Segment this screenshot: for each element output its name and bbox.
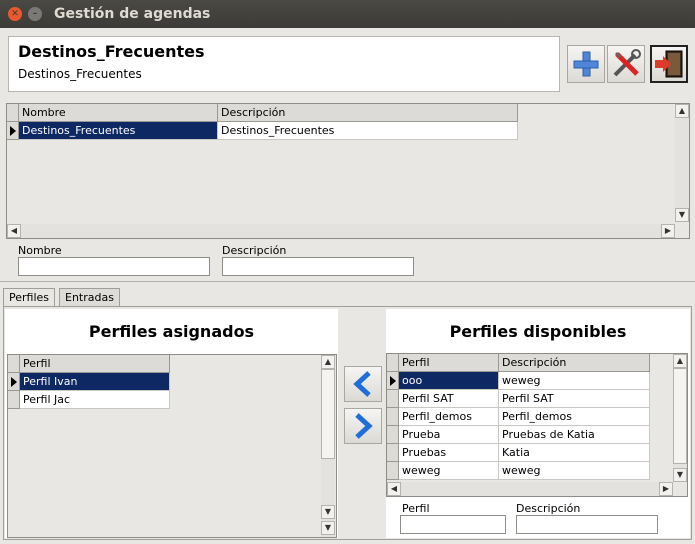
table-cell-descripcion[interactable]: weweg	[499, 372, 650, 390]
tab-perfiles[interactable]: Perfiles	[3, 288, 56, 307]
table-cell-perfil[interactable]: weweg	[399, 462, 499, 480]
row-indicator	[387, 426, 399, 444]
table-cell-descripcion[interactable]: Destinos_Frecuentes	[218, 122, 518, 140]
scroll-left-icon[interactable]: ◀	[7, 224, 21, 238]
descripcion-input[interactable]	[222, 257, 414, 276]
close-icon[interactable]: ✕	[8, 7, 22, 21]
assigned-title: Perfiles asignados	[88, 322, 255, 341]
agenda-subtitle: Destinos_Frecuentes	[18, 67, 142, 81]
table-row[interactable]: Perfil Jac	[20, 391, 170, 409]
column-header-perfil[interactable]: Perfil	[399, 354, 499, 372]
available-table: Perfil Descripción ooo weweg Perfil SAT …	[386, 353, 688, 497]
assign-profile-button[interactable]	[344, 366, 382, 402]
scrollbar-thumb[interactable]	[673, 368, 687, 464]
minimize-icon[interactable]: –	[28, 7, 42, 21]
assigned-table: Perfil Perfil Ivan Perfil Jac ▲ ▼ ▼	[7, 354, 337, 538]
row-indicator	[8, 391, 20, 409]
table-cell-descripcion[interactable]: Perfil_demos	[499, 408, 650, 426]
table-cell-descripcion[interactable]: Perfil SAT	[499, 390, 650, 408]
scroll-up-icon[interactable]: ▲	[673, 354, 687, 368]
scroll-up-icon[interactable]: ▲	[675, 104, 689, 118]
chevron-right-icon	[355, 413, 373, 439]
perfil-label: Perfil	[402, 502, 430, 515]
tab-entradas[interactable]: Entradas	[59, 288, 120, 307]
table-cell-descripcion[interactable]: weweg	[499, 462, 650, 480]
row-indicator	[387, 444, 399, 462]
scroll-right-icon[interactable]: ▶	[659, 482, 673, 496]
table-cell-descripcion[interactable]: Katia	[499, 444, 650, 462]
table-cell-perfil[interactable]: ooo	[399, 372, 499, 390]
nombre-input[interactable]	[18, 257, 210, 276]
horizontal-scrollbar[interactable]	[7, 224, 675, 238]
table-cell-perfil[interactable]: Pruebas	[399, 444, 499, 462]
scroll-down-icon[interactable]: ▼	[321, 521, 335, 535]
scroll-down-icon[interactable]: ▼	[673, 468, 687, 482]
add-button[interactable]	[567, 45, 605, 83]
scroll-up-icon[interactable]: ▲	[321, 355, 335, 369]
table-corner	[8, 355, 20, 373]
row-indicator	[7, 122, 19, 140]
descripcion-label: Descripción	[516, 502, 581, 515]
agenda-header-panel: Destinos_Frecuentes Destinos_Frecuentes	[8, 36, 560, 92]
row-indicator	[387, 462, 399, 480]
scroll-down-icon[interactable]: ▼	[675, 208, 689, 222]
exit-button[interactable]	[650, 45, 688, 83]
column-header-perfil[interactable]: Perfil	[20, 355, 170, 373]
settings-button[interactable]	[607, 45, 645, 83]
table-cell-descripcion[interactable]: Pruebas de Katia	[499, 426, 650, 444]
agendas-table: Nombre Descripción Destinos_Frecuentes D…	[6, 103, 690, 239]
exit-door-icon	[655, 50, 683, 78]
tools-icon	[613, 49, 641, 77]
remove-profile-button[interactable]	[344, 408, 382, 444]
row-indicator	[387, 408, 399, 426]
plus-icon	[573, 51, 599, 77]
table-cell-nombre[interactable]: Destinos_Frecuentes	[19, 122, 218, 140]
chevron-left-icon	[353, 371, 371, 397]
table-corner	[387, 354, 399, 372]
divider	[0, 281, 695, 282]
agenda-title: Destinos_Frecuentes	[18, 42, 205, 61]
vertical-scrollbar[interactable]	[675, 104, 689, 222]
row-indicator	[387, 372, 399, 390]
table-cell-perfil[interactable]: Perfil_demos	[399, 408, 499, 426]
scroll-right-icon[interactable]: ▶	[661, 224, 675, 238]
row-indicator	[8, 373, 20, 391]
scroll-left-icon[interactable]: ◀	[387, 482, 401, 496]
scrollbar-thumb[interactable]	[321, 369, 335, 459]
table-row[interactable]: Perfil Ivan	[20, 373, 170, 391]
table-corner	[7, 104, 19, 122]
column-header-nombre[interactable]: Nombre	[19, 104, 218, 122]
perfil-input[interactable]	[400, 515, 506, 534]
window-title: Gestión de agendas	[54, 6, 211, 22]
table-cell-perfil[interactable]: Perfil SAT	[399, 390, 499, 408]
row-indicator	[387, 390, 399, 408]
nombre-label: Nombre	[18, 244, 62, 257]
table-cell-perfil[interactable]: Prueba	[399, 426, 499, 444]
horizontal-scrollbar[interactable]	[387, 482, 673, 496]
scroll-down-icon[interactable]: ▼	[321, 505, 335, 519]
available-title: Perfiles disponibles	[449, 322, 627, 341]
descripcion-label: Descripción	[222, 244, 287, 257]
column-header-descripcion[interactable]: Descripción	[218, 104, 518, 122]
column-header-descripcion[interactable]: Descripción	[499, 354, 650, 372]
window-titlebar: ✕ – Gestión de agendas	[0, 0, 695, 28]
perfil-descripcion-input[interactable]	[516, 515, 658, 534]
